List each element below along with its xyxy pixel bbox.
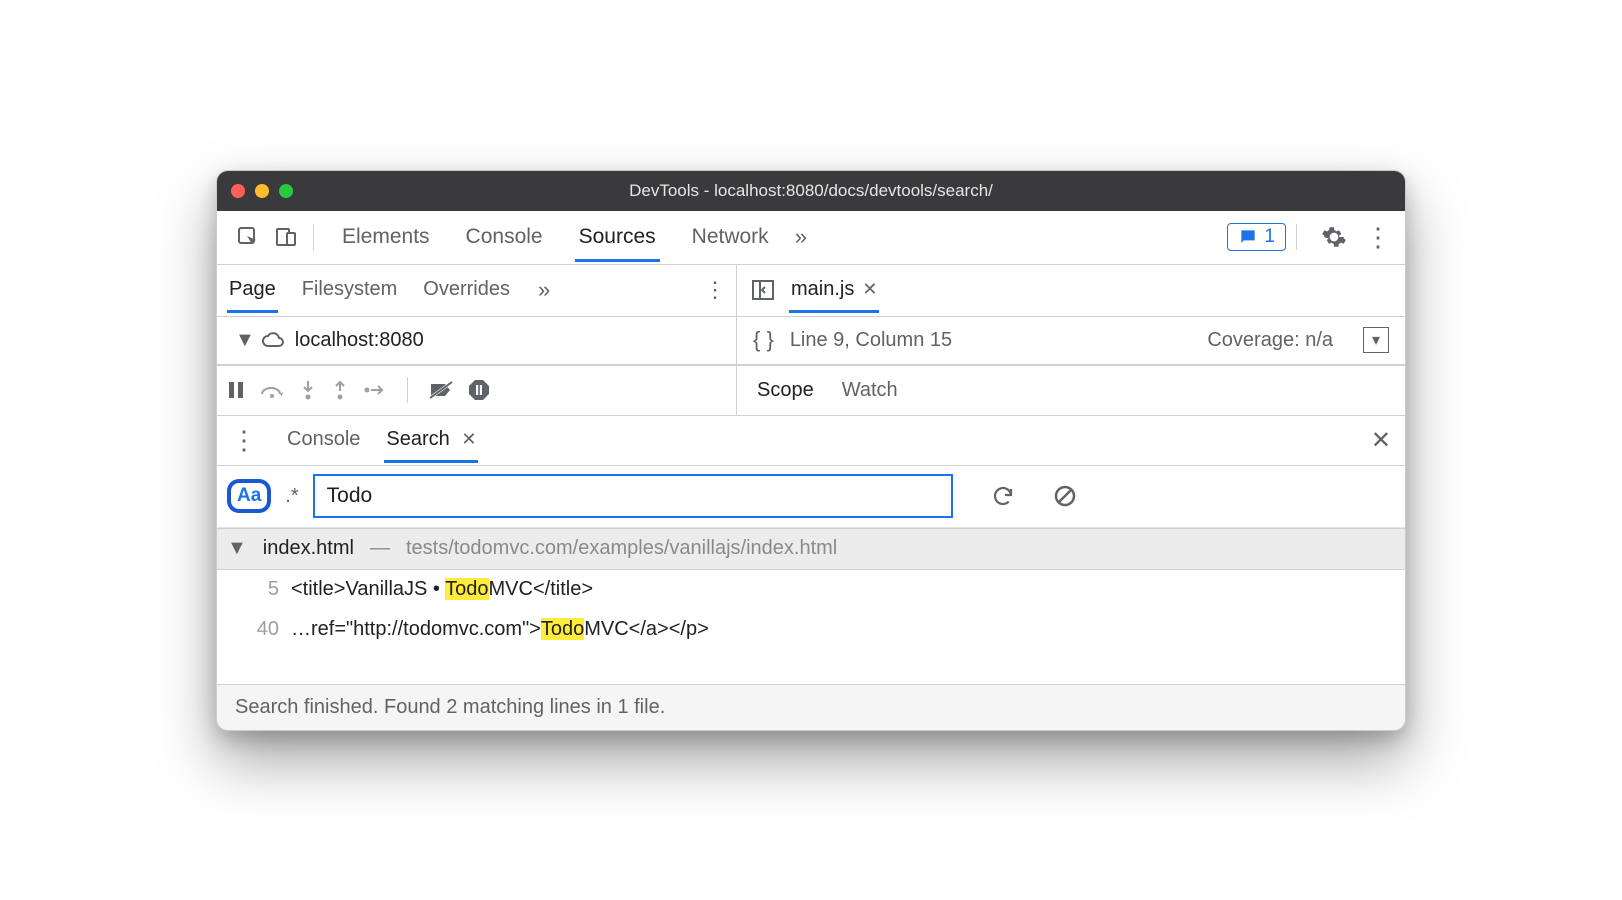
debugger-sidebar-tabs: Scope Watch [737,379,1405,402]
drawer-tab-console[interactable]: Console [285,417,362,463]
tab-elements[interactable]: Elements [338,213,434,262]
match-highlight: Todo [445,578,488,600]
search-status-bar: Search finished. Found 2 matching lines … [217,684,1405,730]
editor-status-bar: { } Line 9, Column 15 Coverage: n/a ▾ [737,317,1405,365]
tree-host-label: localhost:8080 [295,329,424,352]
navigator-pane: Page Filesystem Overrides » ⋮ ▼ localhos… [217,265,737,365]
drawer-tab-close-icon[interactable]: ✕ [461,429,476,449]
device-toggle-icon[interactable] [269,220,303,254]
file-tab-strip: main.js ✕ [737,265,1405,317]
step-into-icon[interactable] [299,379,317,401]
tab-scope[interactable]: Scope [757,379,814,402]
search-input[interactable] [313,474,953,518]
clear-icon[interactable] [1053,484,1077,508]
pretty-print-icon[interactable]: { } [753,327,774,353]
debugger-controls [217,366,737,415]
divider [313,224,314,250]
step-icon[interactable] [363,381,387,399]
traffic-lights [231,184,293,198]
search-status-text: Search finished. Found 2 matching lines … [235,696,665,719]
divider [407,377,408,403]
drawer-more-icon[interactable]: ⋮ [231,425,257,456]
result-file-name: index.html [263,537,354,560]
deactivate-breakpoints-icon[interactable] [428,380,454,400]
tab-network[interactable]: Network [688,213,773,262]
subtab-filesystem[interactable]: Filesystem [300,267,400,313]
file-tab-mainjs[interactable]: main.js ✕ [789,267,879,313]
line-text: …ref="http://todomvc.com">TodoMVC</a></p… [291,618,709,641]
separator: — [370,537,390,560]
drawer-close-icon[interactable]: ✕ [1371,426,1391,455]
refresh-icon[interactable] [991,484,1015,508]
more-menu-icon[interactable]: ⋮ [1365,222,1391,253]
line-text: <title>VanillaJS • TodoMVC</title> [291,578,593,601]
match-case-toggle[interactable]: Aa [227,479,271,513]
tab-watch[interactable]: Watch [842,379,898,402]
window-zoom-button[interactable] [279,184,293,198]
inspect-element-icon[interactable] [231,220,265,254]
step-over-icon[interactable] [259,380,285,400]
cursor-position: Line 9, Column 15 [790,329,952,352]
cloud-icon [261,330,287,350]
search-toolbar: Aa .* [217,466,1405,528]
subtabs-overflow-icon[interactable]: » [538,277,550,303]
navigator-toggle-icon[interactable] [751,279,775,301]
devtools-window: DevTools - localhost:8080/docs/devtools/… [216,170,1406,731]
drawer-tab-strip: ⋮ Console Search ✕ ✕ [217,416,1405,466]
tab-console[interactable]: Console [462,213,547,262]
editor-pane: main.js ✕ { } Line 9, Column 15 Coverage… [737,265,1405,365]
step-out-icon[interactable] [331,379,349,401]
tabs-overflow-icon[interactable]: » [795,224,807,250]
navigator-more-icon[interactable]: ⋮ [704,277,726,303]
main-tab-strip: Elements Console Sources Network [338,213,773,262]
result-line[interactable]: 5 <title>VanillaJS • TodoMVC</title> [217,570,1405,610]
pause-on-exceptions-icon[interactable] [468,379,490,401]
subtab-overrides[interactable]: Overrides [421,267,512,313]
match-highlight: Todo [541,618,584,640]
editor-dropdown-icon[interactable]: ▾ [1363,327,1389,353]
tab-sources[interactable]: Sources [575,213,660,262]
tree-host-row[interactable]: ▼ localhost:8080 [217,317,736,365]
sources-split: Page Filesystem Overrides » ⋮ ▼ localhos… [217,265,1405,366]
result-file-path: tests/todomvc.com/examples/vanillajs/ind… [406,537,837,560]
line-number: 5 [235,578,279,601]
drawer-tab-search-label: Search [386,428,449,450]
settings-icon[interactable] [1321,224,1347,250]
subtab-page[interactable]: Page [227,267,278,313]
regex-toggle[interactable]: .* [281,485,302,508]
feedback-badge[interactable]: 1 [1227,223,1286,251]
pause-icon[interactable] [227,380,245,400]
disclosure-triangle-icon[interactable]: ▼ [227,537,247,560]
file-tab-close-icon[interactable]: ✕ [862,279,877,300]
window-title: DevTools - localhost:8080/docs/devtools/… [217,181,1405,201]
window-close-button[interactable] [231,184,245,198]
line-number: 40 [235,618,279,641]
navigator-tabs: Page Filesystem Overrides » ⋮ [217,265,736,317]
titlebar: DevTools - localhost:8080/docs/devtools/… [217,171,1405,211]
disclosure-triangle-icon[interactable]: ▼ [235,329,255,352]
feedback-count: 1 [1264,226,1275,248]
main-toolbar: Elements Console Sources Network » 1 ⋮ [217,211,1405,265]
window-minimize-button[interactable] [255,184,269,198]
debugger-toolbar: Scope Watch [217,366,1405,416]
file-tab-label: main.js [791,278,854,301]
divider [1296,224,1297,250]
coverage-label: Coverage: n/a [1207,329,1333,352]
result-line[interactable]: 40 …ref="http://todomvc.com">TodoMVC</a>… [217,610,1405,650]
result-file-header[interactable]: ▼ index.html — tests/todomvc.com/example… [217,528,1405,570]
drawer-tab-search[interactable]: Search ✕ [384,417,478,463]
